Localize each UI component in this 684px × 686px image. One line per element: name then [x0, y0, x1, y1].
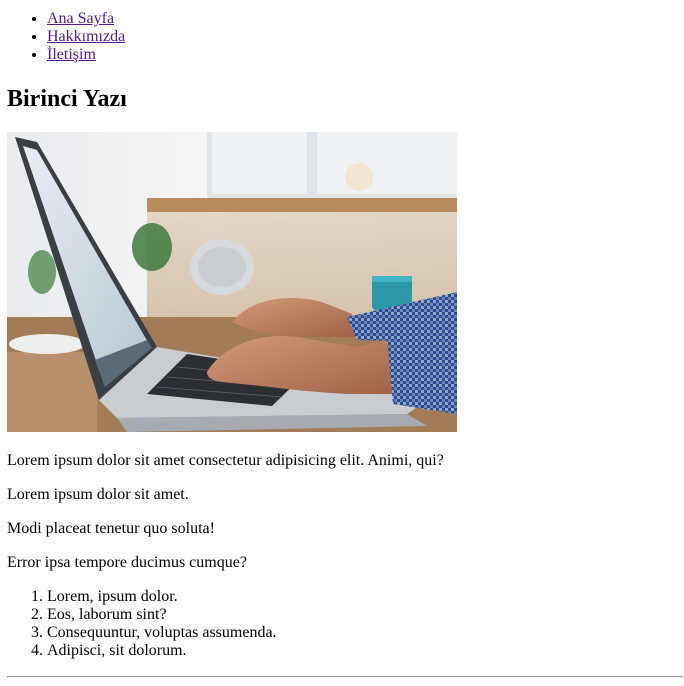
article-paragraph: Modi placeat tenetur quo soluta! — [7, 520, 215, 537]
nav-item: Hakkımızda — [47, 28, 125, 46]
nav-item: Ana Sayfa — [47, 10, 125, 28]
nav-link-home[interactable]: Ana Sayfa — [47, 10, 114, 27]
list-item: Consequuntur, voluptas assumenda. — [47, 624, 277, 642]
list-item: Adipisci, sit dolorum. — [47, 642, 277, 660]
article-title: Birinci Yazı — [7, 86, 127, 112]
ordered-list: Lorem, ipsum dolor. Eos, laborum sint? C… — [7, 588, 277, 660]
article-paragraph: Error ipsa tempore ducimus cumque? — [7, 554, 247, 571]
nav-menu: Ana Sayfa Hakkımızda İletişim — [7, 10, 125, 64]
nav-item: İletişim — [47, 46, 125, 64]
horizontal-divider — [7, 676, 683, 678]
article-paragraph: Lorem ipsum dolor sit amet. — [7, 486, 189, 503]
list-item: Lorem, ipsum dolor. — [47, 588, 277, 606]
article-paragraph: Lorem ipsum dolor sit amet consectetur a… — [7, 452, 444, 469]
laptop-photo — [7, 132, 457, 432]
nav-link-contact[interactable]: İletişim — [47, 46, 96, 63]
list-item: Eos, laborum sint? — [47, 606, 277, 624]
nav-link-about[interactable]: Hakkımızda — [47, 28, 125, 45]
